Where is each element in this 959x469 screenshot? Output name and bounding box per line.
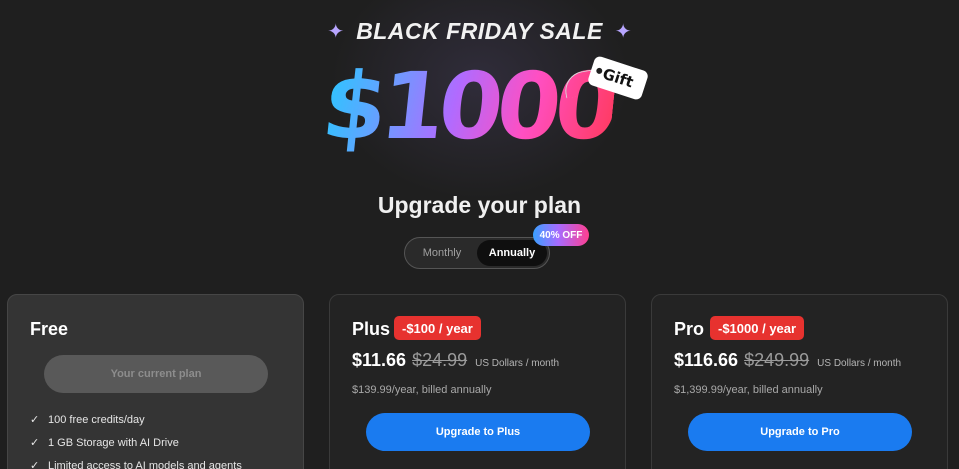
page-title: Upgrade your plan — [377, 192, 582, 218]
toggle-annually[interactable]: Annually — [477, 240, 547, 266]
price: $11.66 — [352, 350, 407, 370]
upgrade-pro-button[interactable]: Upgrade to Pro — [688, 413, 912, 451]
feature-list: ✓ 100 free credits/day ✓ 1 GB Storage wi… — [30, 408, 242, 469]
sparkle-icon: ✦ — [614, 20, 632, 43]
feature-label: 100 free credits/day — [48, 413, 145, 426]
check-icon: ✓ — [30, 414, 40, 426]
plan-card-plus: Plus -$100 / year $11.66 $24.99 US Dolla… — [329, 294, 626, 469]
price: $116.66 — [674, 350, 739, 370]
billing-note: $1,399.99/year, billed annually — [674, 384, 823, 396]
billing-note: $139.99/year, billed annually — [352, 384, 492, 396]
plan-name: Pro — [674, 319, 705, 339]
billing-toggle[interactable]: Monthly Annually — [404, 237, 550, 269]
feature-item: ✓ 100 free credits/day — [30, 408, 242, 431]
price-unit: US Dollars / month — [817, 358, 902, 369]
upgrade-plus-button[interactable]: Upgrade to Plus — [366, 413, 590, 451]
feature-item: ✓ Limited access to AI models and agents — [30, 454, 242, 469]
plan-name: Free — [30, 319, 69, 339]
price-row: $116.66 $249.99 US Dollars / month — [674, 350, 901, 371]
discount-badge: 40% OFF — [533, 224, 589, 246]
plan-name: Plus — [352, 319, 391, 339]
feature-label: 1 GB Storage with AI Drive — [48, 436, 179, 449]
feature-label: Limited access to AI models and agents — [48, 459, 242, 469]
price-unit: US Dollars / month — [475, 358, 560, 369]
check-icon: ✓ — [30, 437, 40, 449]
current-plan-button[interactable]: Your current plan — [44, 355, 268, 393]
plan-card-pro: Pro -$1000 / year $116.66 $249.99 US Dol… — [651, 294, 948, 469]
discount-badge: -$1000 / year — [710, 316, 805, 340]
sparkle-icon: ✦ — [327, 20, 345, 43]
check-icon: ✓ — [30, 460, 40, 469]
promo-amount: $1000 — [317, 53, 619, 160]
original-price: $24.99 — [412, 350, 468, 370]
discount-badge: -$100 / year — [394, 316, 481, 340]
feature-item: ✓ 1 GB Storage with AI Drive — [30, 431, 242, 454]
price-row: $11.66 $24.99 US Dollars / month — [352, 350, 559, 371]
promo-header: ✦ BLACK FRIDAY SALE ✦ — [0, 18, 959, 45]
plan-card-free: Free Your current plan ✓ 100 free credit… — [7, 294, 304, 469]
promo-title: BLACK FRIDAY SALE — [356, 18, 603, 44]
gift-tag-label: Gift — [600, 64, 636, 92]
toggle-monthly[interactable]: Monthly — [407, 240, 477, 266]
original-price: $249.99 — [744, 350, 810, 370]
